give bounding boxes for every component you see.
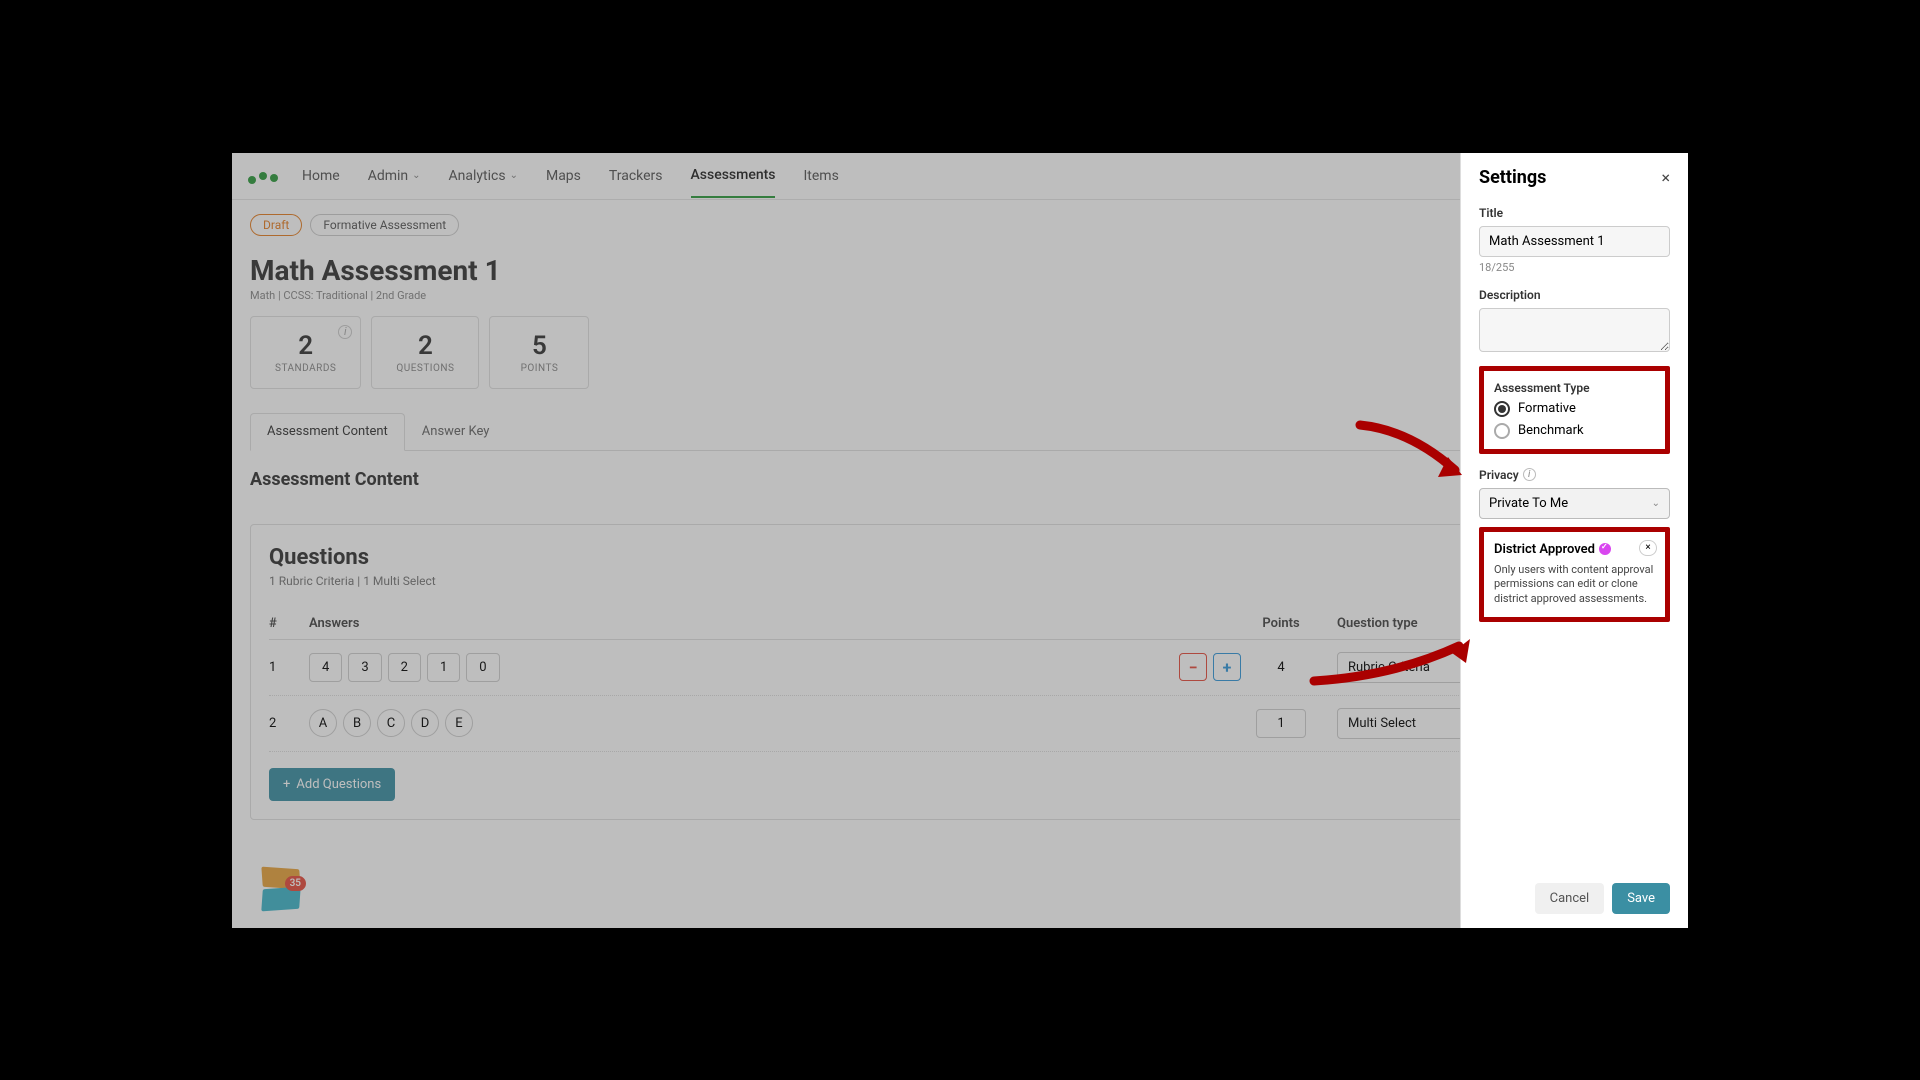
- chevron-down-icon: ⌄: [412, 170, 420, 181]
- table-row: 2ABCDEMulti Select⌄2.: [269, 696, 1651, 752]
- radio-icon: [1494, 423, 1510, 439]
- nav-admin[interactable]: Admin ⌄: [368, 154, 421, 197]
- logo-icon: [248, 172, 278, 180]
- privacy-label: Privacy: [1479, 468, 1519, 482]
- description-label: Description: [1479, 288, 1670, 302]
- dismiss-icon[interactable]: ×: [1639, 540, 1657, 556]
- radio-benchmark[interactable]: Benchmark: [1494, 423, 1655, 439]
- add-questions-button[interactable]: + Add Questions: [269, 768, 395, 801]
- answer-option[interactable]: A: [309, 709, 337, 737]
- stat-points: 5 POINTS: [489, 316, 589, 389]
- nav-admin-label: Admin: [368, 168, 408, 184]
- cancel-button[interactable]: Cancel: [1535, 883, 1605, 914]
- verified-icon: [1599, 543, 1611, 555]
- stat-points-value: 5: [514, 331, 564, 361]
- stat-standards-label: STANDARDS: [275, 363, 336, 374]
- stat-questions-label: QUESTIONS: [396, 363, 454, 374]
- info-icon[interactable]: i: [338, 325, 352, 339]
- tab-answer-key[interactable]: Answer Key: [405, 413, 507, 450]
- nav-home[interactable]: Home: [302, 154, 340, 197]
- chevron-down-icon: ⌄: [1652, 498, 1660, 509]
- questions-panel: Questions 1 Rubric Criteria | 1 Multi Se…: [250, 524, 1670, 820]
- points-input[interactable]: [1256, 709, 1306, 738]
- points-value: 4: [1241, 660, 1321, 675]
- table-row: 143210−+4Rubric Criteria⌄2.: [269, 640, 1651, 696]
- assessment-type-label: Assessment Type: [1494, 381, 1655, 395]
- stat-questions: 2 QUESTIONS: [371, 316, 479, 389]
- close-icon[interactable]: ×: [1661, 168, 1670, 187]
- nav-maps[interactable]: Maps: [546, 154, 581, 197]
- nav-analytics-label: Analytics: [449, 168, 506, 184]
- stack-badge[interactable]: 35: [262, 882, 300, 910]
- stack-badge-count: 35: [285, 876, 306, 891]
- remove-option-button[interactable]: −: [1179, 653, 1207, 681]
- answer-option[interactable]: B: [343, 709, 371, 737]
- stat-standards: i 2 STANDARDS: [250, 316, 361, 389]
- chevron-down-icon: ⌄: [510, 170, 518, 181]
- tab-assessment-content[interactable]: Assessment Content: [250, 413, 405, 451]
- settings-heading: Settings: [1479, 167, 1546, 188]
- info-icon[interactable]: i: [1523, 468, 1536, 481]
- title-char-counter: 18/255: [1479, 261, 1670, 274]
- nav-items[interactable]: Items: [803, 154, 838, 197]
- col-points: Points: [1241, 616, 1321, 631]
- answer-option[interactable]: D: [411, 709, 439, 737]
- stat-standards-value: 2: [275, 331, 336, 361]
- questions-meta: 1 Rubric Criteria | 1 Multi Select: [269, 574, 1651, 588]
- settings-panel: Settings × Title 18/255 Description Asse…: [1460, 153, 1688, 928]
- answer-option[interactable]: 4: [309, 653, 342, 682]
- district-approved-card: × District Approved Only users with cont…: [1479, 527, 1670, 623]
- district-approved-title: District Approved: [1494, 542, 1595, 557]
- answer-option[interactable]: C: [377, 709, 405, 737]
- description-input[interactable]: [1479, 308, 1670, 352]
- radio-benchmark-label: Benchmark: [1518, 423, 1584, 438]
- questions-header-row: # Answers Points Question type Sta: [269, 608, 1651, 640]
- row-number: 2: [269, 716, 309, 731]
- plus-icon: +: [283, 777, 290, 792]
- add-option-button[interactable]: +: [1213, 653, 1241, 681]
- title-input[interactable]: [1479, 226, 1670, 257]
- col-number: #: [269, 616, 309, 631]
- answer-option[interactable]: 2: [388, 653, 421, 682]
- answer-option[interactable]: 1: [427, 653, 460, 682]
- save-button[interactable]: Save: [1612, 883, 1670, 914]
- assessment-type-card: Assessment Type Formative Benchmark: [1479, 366, 1670, 454]
- pill-draft: Draft: [250, 214, 302, 236]
- questions-title: Questions: [269, 545, 1651, 570]
- radio-formative-label: Formative: [1518, 401, 1576, 416]
- radio-icon: [1494, 401, 1510, 417]
- privacy-value: Private To Me: [1489, 496, 1568, 511]
- answer-option[interactable]: 3: [348, 653, 381, 682]
- answer-option[interactable]: 0: [466, 653, 499, 682]
- pill-formative: Formative Assessment: [310, 214, 459, 236]
- nav-trackers[interactable]: Trackers: [609, 154, 663, 197]
- nav-assessments[interactable]: Assessments: [691, 154, 776, 198]
- stat-points-label: POINTS: [514, 363, 564, 374]
- privacy-select[interactable]: Private To Me ⌄: [1479, 488, 1670, 519]
- row-number: 1: [269, 660, 309, 675]
- title-label: Title: [1479, 206, 1670, 220]
- page-title: Math Assessment 1: [250, 254, 1670, 287]
- section-title: Assessment Content: [250, 469, 1670, 490]
- answer-option[interactable]: E: [445, 709, 473, 737]
- nav-analytics[interactable]: Analytics ⌄: [449, 154, 518, 197]
- radio-formative[interactable]: Formative: [1494, 401, 1655, 417]
- add-questions-label: Add Questions: [296, 777, 381, 792]
- col-answers: Answers: [309, 616, 1241, 631]
- district-approved-text: Only users with content approval permiss…: [1494, 563, 1655, 608]
- page-meta: Math | CCSS: Traditional | 2nd Grade: [250, 289, 1670, 302]
- stat-questions-value: 2: [396, 331, 454, 361]
